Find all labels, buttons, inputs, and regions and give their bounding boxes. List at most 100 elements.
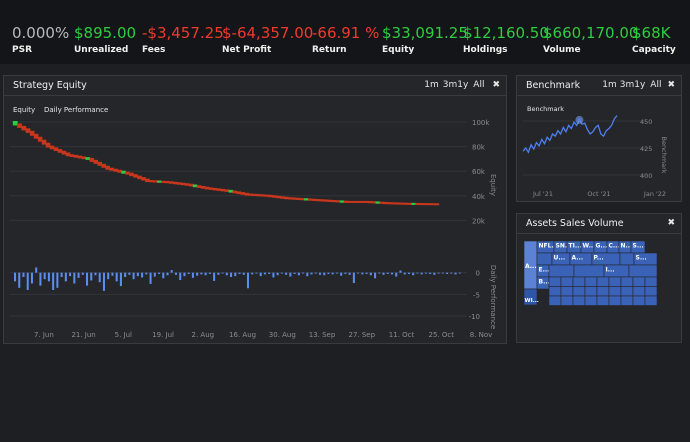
equity-segment [288,197,293,200]
x-tick-label: 30. Aug [269,331,296,339]
daily-bar [149,272,152,284]
daily-bar [429,272,432,274]
treemap-cell[interactable] [584,276,598,287]
equity-segment [276,195,281,199]
treemap-cell[interactable] [620,286,634,297]
treemap-cell[interactable] [584,286,598,297]
treemap-cell[interactable] [560,276,574,287]
daily-bar [111,272,114,276]
range-3m-button[interactable]: 3m [443,80,458,90]
daily-bar [119,272,122,287]
treemap-cell[interactable] [596,295,610,306]
strategy-equity-panel: Strategy Equity 1m 3m1y All ✖ Equity Daily … [3,75,507,344]
x-tick-label: 27. Sep [349,331,376,339]
daily-bar [441,272,444,274]
treemap-cell[interactable] [572,295,586,306]
treemap-cell[interactable] [536,252,553,266]
treemap-cell[interactable] [560,286,574,297]
treemap-cell[interactable] [596,276,610,287]
daily-bar [268,272,271,274]
daily-bar [107,272,110,280]
equity-segment [260,194,265,197]
treemap-cell[interactable] [620,276,634,287]
daily-bar [86,272,89,286]
close-icon[interactable]: ✖ [667,80,675,90]
daily-bar [272,272,275,278]
treemap-cell[interactable] [548,276,562,287]
range-1m-button[interactable]: 1m [602,80,617,90]
treemap-cell[interactable] [620,295,634,306]
treemap-cell[interactable] [644,276,658,287]
treemap-cell-label: G... [596,243,608,250]
range-1m-button[interactable]: 1m [424,80,439,90]
treemap-cell[interactable] [572,286,586,297]
daily-bar [395,272,398,277]
treemap-cell[interactable] [644,286,658,297]
x-tick-label: 13. Sep [309,331,336,339]
treemap-cell-label: S... [633,243,644,250]
daily-bar [340,272,343,276]
treemap-cell[interactable] [632,295,646,306]
daily-bar [289,272,292,277]
x-tick-label: 2. Aug [192,331,215,339]
daily-bar [382,272,385,275]
daily-bar [174,272,177,275]
equity-segment [180,182,186,186]
daily-bar [208,272,211,274]
close-icon[interactable]: ✖ [492,80,500,90]
treemap-cell[interactable] [596,286,610,297]
equity-segment [73,154,79,158]
range-all-button[interactable]: All [650,80,661,90]
stat-fees: -$3,457.25 Fees [142,24,224,55]
equity-segment [25,128,31,133]
range-all-button[interactable]: All [473,80,484,90]
treemap-cell[interactable] [619,252,635,266]
daily-bar [52,272,55,290]
treemap-cell[interactable] [608,276,622,287]
range-1y-button[interactable]: 1y [634,80,645,90]
benchmark-legend[interactable]: Benchmark [527,105,564,113]
stat-label: Return [312,45,347,55]
stat-capacity: $68K Capacity [632,24,676,55]
treemap-cell[interactable] [572,276,586,287]
legend-daily-performance[interactable]: Daily Performance [44,106,108,114]
treemap-cell[interactable] [573,264,605,278]
legend-equity[interactable]: Equity [13,106,35,114]
daily-bar [170,270,173,273]
daily-bar [191,272,194,278]
daily-bar [145,272,148,275]
equity-segment [97,161,102,166]
treemap-cell[interactable] [548,264,575,278]
daily-bar [128,272,131,275]
equity-segment [133,174,138,178]
daily-bar [225,272,228,276]
equity-segment [423,203,428,206]
treemap-cell[interactable] [608,286,622,297]
treemap-cell[interactable] [584,295,598,306]
close-icon[interactable]: ✖ [667,218,675,228]
daily-bar [98,272,101,283]
daily-bar [403,272,406,275]
range-3m-button[interactable]: 3m [620,80,635,90]
treemap-cell-label: W... [583,243,596,250]
equity-segment [141,177,146,181]
equity-tick-label: 60k [472,168,486,176]
treemap-cell[interactable] [560,295,574,306]
treemap-cell[interactable] [628,264,658,278]
daily-bar [263,272,266,275]
treemap-cell[interactable] [632,276,646,287]
equity-segment [85,157,91,160]
equity-segment [323,199,329,202]
treemap-cell[interactable] [644,295,658,306]
treemap-cell[interactable] [608,295,622,306]
treemap-cell[interactable] [548,295,562,306]
range-1y-button[interactable]: 1y [457,80,468,90]
daily-bar [102,272,105,291]
daily-bar [386,272,389,274]
treemap-cell[interactable] [632,286,646,297]
daily-bar [187,272,190,274]
treemap-cell[interactable] [548,286,562,297]
benchmark-panel: Benchmark 1m 3m1y All ✖ Benchmark 450 425 400… [516,75,682,202]
daily-bar [357,272,360,274]
treemap-cell-label: I... [606,267,615,274]
